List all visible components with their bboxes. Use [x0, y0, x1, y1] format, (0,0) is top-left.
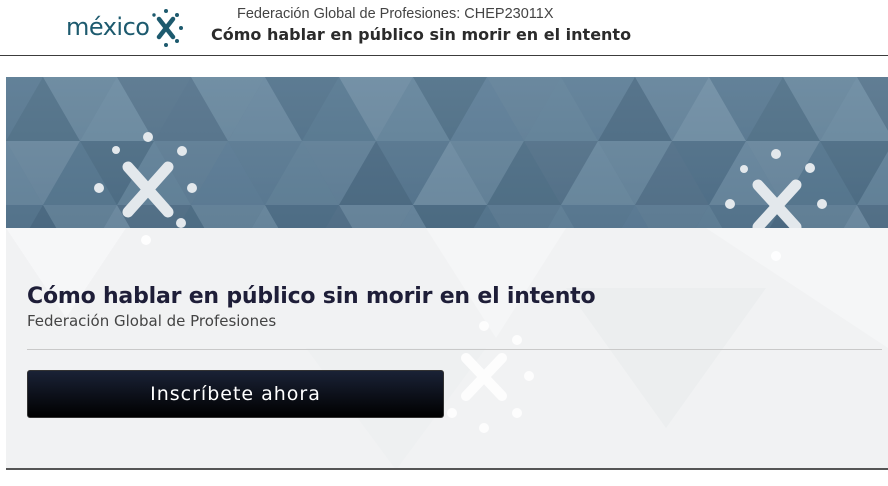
triangle-pattern-banner	[6, 77, 888, 228]
course-info-panel: Cómo hablar en público sin morir en el i…	[6, 228, 888, 470]
enroll-now-button[interactable]: Inscríbete ahora	[27, 370, 444, 418]
mexicox-logo-x-icon	[152, 9, 184, 47]
course-title: Cómo hablar en público sin morir en el i…	[27, 284, 596, 309]
mexicox-logo[interactable]: méxico	[66, 6, 184, 48]
divider	[27, 349, 882, 350]
course-organization: Federación Global de Profesiones	[27, 312, 277, 330]
site-header: méxico Federación Global de Profesiones:…	[0, 0, 888, 56]
header-course-title: Cómo hablar en público sin morir en el i…	[211, 25, 632, 44]
header-organization: Federación Global de Profesiones: CHEP23…	[237, 6, 554, 22]
logo-text: méxico	[66, 13, 150, 41]
course-banner	[6, 77, 888, 228]
